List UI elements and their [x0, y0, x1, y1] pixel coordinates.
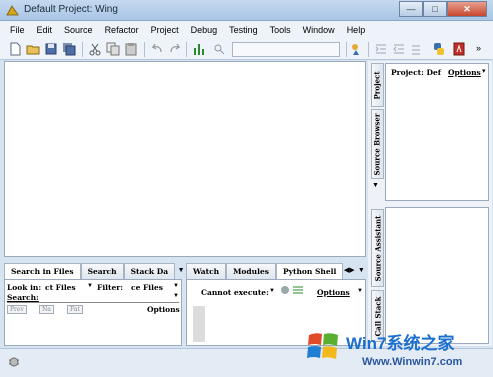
filter-label: Filter:	[97, 283, 123, 292]
toolbar-overflow-icon[interactable]: »	[476, 43, 481, 53]
right-tool-area: Project Source Browser ▼ Project: Def Op…	[368, 61, 492, 346]
chevron-down-icon[interactable]: ▼	[357, 288, 363, 294]
search-tabs: Search in Files Search Stack Da ▼	[4, 263, 187, 279]
tab-stack-data[interactable]: Stack Da	[123, 263, 176, 279]
watermark-url: Www.Winwin7.com	[362, 356, 463, 368]
tab-scroll-down-icon[interactable]: ▼	[372, 182, 379, 189]
next-button[interactable]: Na	[39, 305, 54, 314]
watermark: Win7系统之家 Www.Winwin7.com	[300, 325, 493, 377]
undo-icon[interactable]	[150, 42, 164, 56]
shell-tabs: Watch Modules Python Shell ◀▶ ▼	[186, 263, 367, 279]
editor-area[interactable]	[4, 61, 366, 257]
chart-icon[interactable]	[192, 42, 206, 56]
windows-logo-icon	[307, 333, 338, 359]
maximize-button[interactable]: □	[423, 1, 447, 17]
step-icon[interactable]	[410, 42, 424, 56]
save-all-icon[interactable]	[62, 42, 76, 56]
toolbar-separator	[82, 42, 83, 57]
window-controls: — □ ✕	[399, 1, 487, 18]
chevron-down-icon[interactable]: ▼	[87, 283, 93, 289]
shell-options-button[interactable]: Options	[317, 288, 350, 297]
menu-edit[interactable]: Edit	[31, 21, 59, 39]
project-label: Project: Def	[391, 68, 441, 77]
python-icon[interactable]	[432, 42, 446, 56]
goto-icon[interactable]	[350, 42, 364, 56]
tab-source-assistant[interactable]: Source Assistant	[371, 209, 384, 287]
menu-project[interactable]: Project	[145, 21, 185, 39]
toolbar-separator	[368, 42, 369, 57]
search-label: Search:	[7, 293, 39, 302]
menu-bar: File Edit Source Refactor Project Debug …	[0, 21, 493, 39]
chevron-down-icon[interactable]: ▼	[173, 283, 179, 289]
pdf-icon[interactable]	[452, 42, 466, 56]
look-in-select[interactable]: ct Files	[45, 283, 76, 292]
close-button[interactable]: ✕	[447, 1, 487, 17]
menu-file[interactable]: File	[4, 21, 31, 39]
search-toggle-icon[interactable]	[212, 42, 226, 56]
toolbar: »	[0, 39, 493, 60]
menu-testing[interactable]: Testing	[223, 21, 264, 39]
paste-icon[interactable]	[124, 42, 138, 56]
indent-icon[interactable]	[374, 42, 388, 56]
tab-source-browser[interactable]: Source Browser	[371, 109, 384, 179]
project-panel: Project: Def Options ▾	[385, 63, 489, 201]
find-all-button[interactable]: Fat	[67, 305, 83, 314]
minimize-button[interactable]: —	[399, 1, 423, 17]
menu-tools[interactable]: Tools	[264, 21, 297, 39]
wing-app-icon	[6, 5, 19, 16]
toolbar-separator	[186, 42, 187, 57]
search-in-files-panel: Look in: ct Files ▼ Filter: ce Files ▼ S…	[4, 279, 182, 346]
title-bar[interactable]: Default Project: Wing — □ ✕	[0, 0, 493, 21]
menu-window[interactable]: Window	[297, 21, 341, 39]
tab-search-in-files[interactable]: Search in Files	[4, 263, 81, 279]
project-options-button[interactable]: Options	[448, 68, 481, 77]
tab-project[interactable]: Project	[371, 63, 384, 107]
debug-icon[interactable]	[281, 286, 289, 294]
chevron-down-icon[interactable]: ▼	[173, 293, 179, 299]
open-folder-icon[interactable]	[26, 42, 40, 56]
menu-source[interactable]: Source	[58, 21, 99, 39]
toolbar-search-input[interactable]	[232, 42, 340, 57]
menu-help[interactable]: Help	[341, 21, 372, 39]
tab-search[interactable]: Search	[80, 263, 124, 279]
filter-select[interactable]: ce Files	[131, 283, 163, 292]
cut-icon[interactable]	[88, 42, 102, 56]
menu-refactor[interactable]: Refactor	[99, 21, 145, 39]
toolbar-separator	[144, 42, 145, 57]
prev-button[interactable]: Prev	[7, 305, 27, 314]
new-file-icon[interactable]	[8, 42, 22, 56]
bug-icon[interactable]	[8, 356, 20, 368]
tab-python-shell[interactable]: Python Shell	[275, 263, 344, 279]
chevron-down-icon[interactable]: ▼	[269, 288, 275, 294]
tab-watch[interactable]: Watch	[186, 263, 227, 279]
redo-icon[interactable]	[168, 42, 182, 56]
outdent-icon[interactable]	[392, 42, 406, 56]
search-options-button[interactable]: Options	[147, 305, 180, 314]
source-assistant-panel	[385, 207, 489, 344]
save-icon[interactable]	[44, 42, 58, 56]
tabs-menu-icon[interactable]: ▼	[355, 263, 367, 279]
menu-debug[interactable]: Debug	[185, 21, 224, 39]
tab-modules[interactable]: Modules	[226, 263, 276, 279]
search-input[interactable]	[7, 302, 179, 303]
shell-status-text: Cannot execute:	[201, 288, 269, 297]
look-in-label: Look in:	[7, 283, 42, 292]
copy-icon[interactable]	[106, 42, 120, 56]
chevron-down-icon[interactable]: ▾	[482, 67, 486, 75]
window-title: Default Project: Wing	[24, 4, 118, 15]
watermark-title: Win7系统之家	[346, 334, 455, 353]
list-icon[interactable]	[293, 286, 303, 295]
shell-gutter	[193, 306, 205, 342]
tabs-scroll-icon[interactable]: ◀▶	[343, 263, 355, 279]
toolbar-separator	[346, 42, 347, 57]
